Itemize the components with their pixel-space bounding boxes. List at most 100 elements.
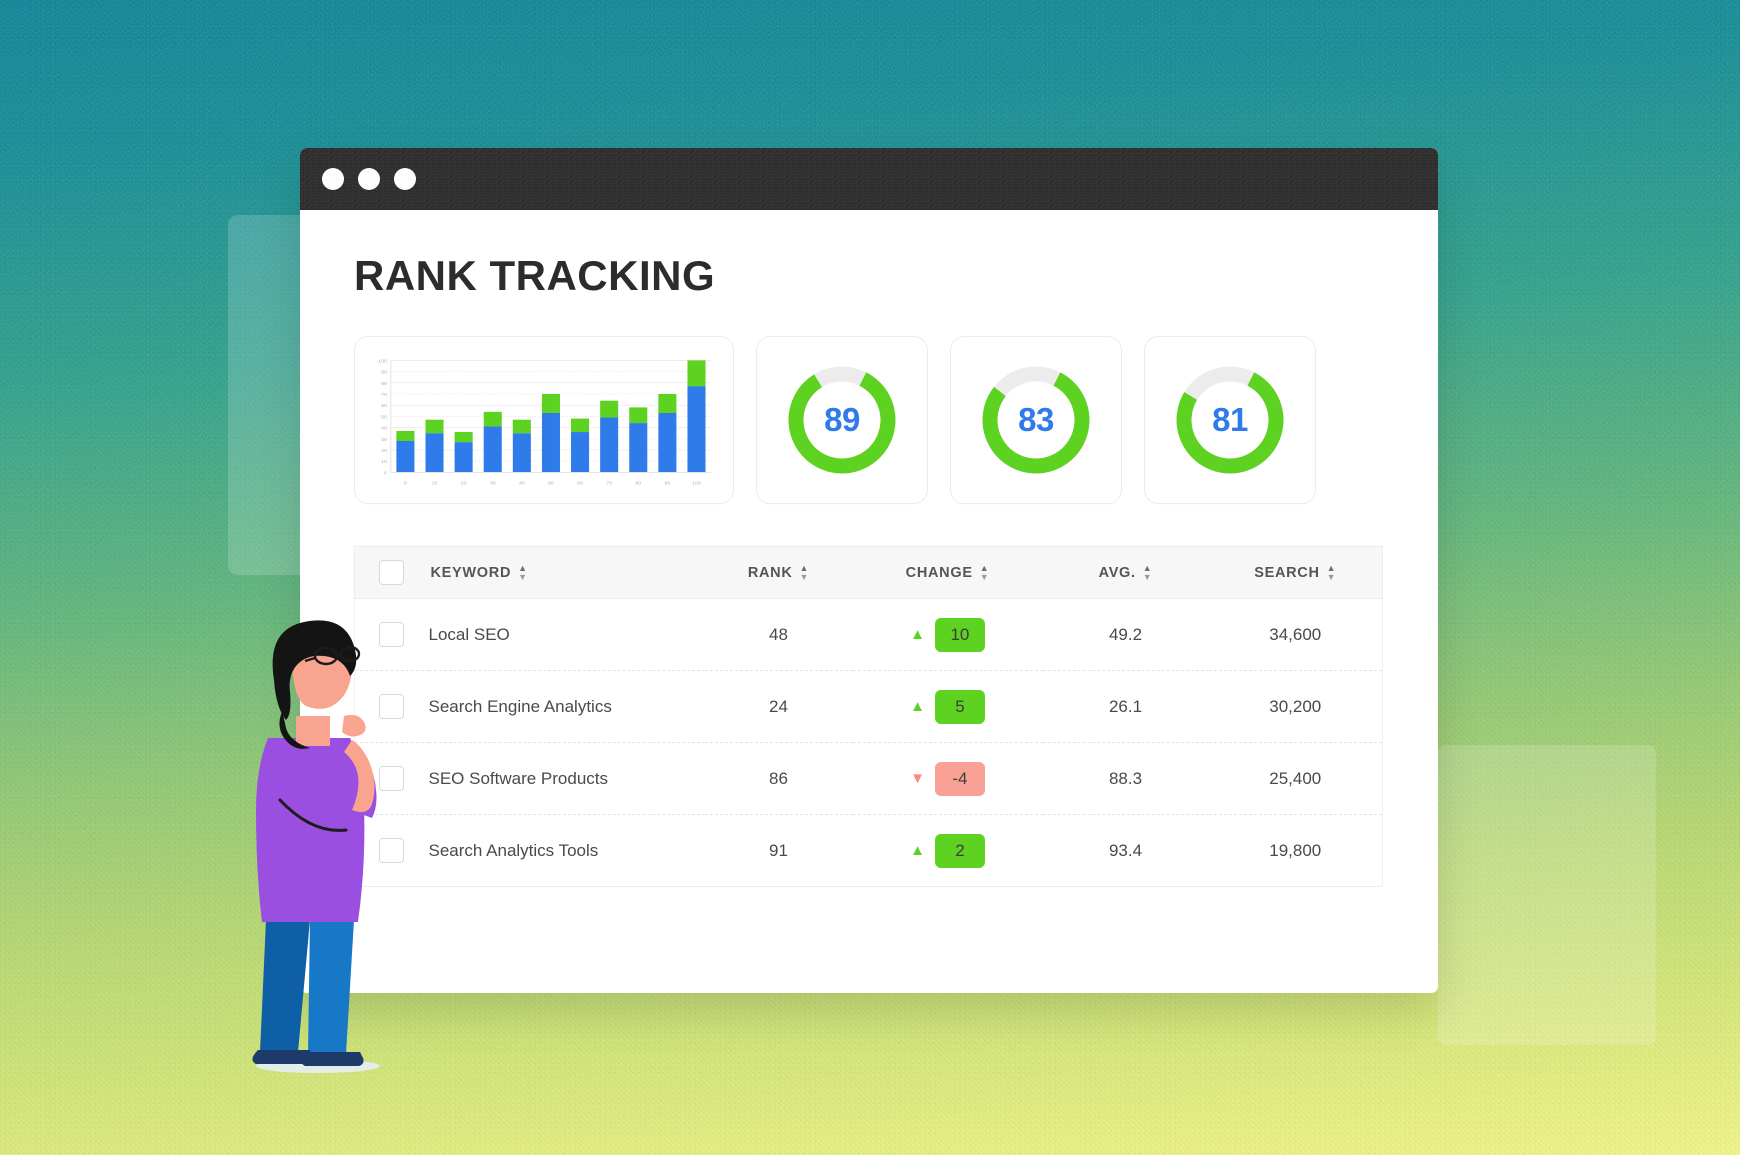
browser-titlebar bbox=[300, 148, 1438, 210]
header-select-all bbox=[354, 546, 429, 599]
person-thinking-illustration bbox=[238, 620, 418, 1090]
header-avg-label: AVG. bbox=[1098, 564, 1136, 581]
change-badge: 10 bbox=[934, 617, 985, 652]
person-hand bbox=[342, 714, 366, 737]
change-badge: 5 bbox=[934, 689, 985, 724]
cell-rank: 48 bbox=[704, 598, 853, 671]
table-row[interactable]: SEO Software Products 86 ▼ -4 88.3 25,400 bbox=[354, 742, 1383, 815]
rank-tracking-table: KEYWORD ▲ ▼ RANK ▲ ▼ CHANGE ▲ ▼ AVG. ▲ ▼… bbox=[354, 546, 1383, 887]
svg-text:30: 30 bbox=[490, 481, 496, 487]
header-rank[interactable]: RANK ▲ ▼ bbox=[704, 546, 853, 599]
decorative-rectangle-right bbox=[1438, 745, 1656, 1045]
cell-change: ▲ 10 bbox=[852, 598, 1043, 671]
cell-rank: 91 bbox=[704, 814, 853, 887]
svg-text:20: 20 bbox=[461, 481, 467, 487]
stacked-bar-chart: 0 10 20 30 40 50 60 70 80 90 100 0 10 20 30 40 50 60 70 80 9… bbox=[378, 359, 712, 487]
donut-gauge-2: 83 bbox=[975, 359, 1097, 481]
table-row[interactable]: Local SEO 48 ▲ 10 49.2 34,600 bbox=[354, 598, 1383, 671]
svg-text:0: 0 bbox=[404, 481, 407, 487]
header-search-label: SEARCH bbox=[1254, 564, 1320, 581]
cell-search: 30,200 bbox=[1208, 670, 1383, 743]
svg-text:60: 60 bbox=[381, 403, 387, 409]
cell-keyword: SEO Software Products bbox=[428, 742, 705, 815]
cell-avg: 49.2 bbox=[1042, 598, 1209, 671]
cell-search: 19,800 bbox=[1208, 814, 1383, 887]
window-dot-minimize[interactable] bbox=[358, 168, 380, 190]
person-neck bbox=[296, 716, 330, 746]
header-keyword-label: KEYWORD bbox=[430, 564, 512, 581]
person-leg-back bbox=[260, 920, 310, 1052]
svg-text:70: 70 bbox=[381, 392, 387, 398]
change-badge: -4 bbox=[934, 761, 985, 796]
window-dot-maximize[interactable] bbox=[394, 168, 416, 190]
svg-text:60: 60 bbox=[577, 481, 583, 487]
svg-text:80: 80 bbox=[635, 481, 641, 487]
table-row[interactable]: Search Engine Analytics 24 ▲ 5 26.1 30,200 bbox=[354, 670, 1383, 743]
cell-rank: 86 bbox=[704, 742, 853, 815]
sort-icon-search[interactable]: ▲ ▼ bbox=[1327, 563, 1337, 581]
cell-avg: 88.3 bbox=[1042, 742, 1209, 815]
window-dot-close[interactable] bbox=[322, 168, 344, 190]
change-badge: 2 bbox=[934, 833, 985, 868]
gauge-card-1: 89 bbox=[756, 336, 928, 504]
cell-keyword: Search Engine Analytics bbox=[428, 670, 705, 743]
cell-search: 25,400 bbox=[1208, 742, 1383, 815]
header-keyword[interactable]: KEYWORD ▲ ▼ bbox=[428, 546, 705, 599]
browser-content: RANK TRACKING 0 10 20 30 40 50 60 70 80 90 100 0 10 2… bbox=[300, 210, 1438, 993]
header-search[interactable]: SEARCH ▲ ▼ bbox=[1208, 546, 1383, 599]
person-shoe-front bbox=[301, 1052, 364, 1066]
svg-text:100: 100 bbox=[692, 481, 701, 487]
svg-text:80: 80 bbox=[381, 381, 387, 387]
sort-icon-rank[interactable]: ▲ ▼ bbox=[800, 563, 810, 581]
svg-text:90: 90 bbox=[665, 481, 671, 487]
cell-search: 34,600 bbox=[1208, 598, 1383, 671]
browser-window: RANK TRACKING 0 10 20 30 40 50 60 70 80 90 100 0 10 2… bbox=[300, 148, 1438, 993]
person-svg bbox=[252, 620, 380, 1073]
arrow-up-icon: ▲ bbox=[910, 698, 925, 715]
cell-rank: 24 bbox=[704, 670, 853, 743]
arrow-down-icon: ▼ bbox=[910, 770, 925, 787]
cell-keyword: Search Analytics Tools bbox=[428, 814, 705, 887]
donut-gauge-3: 81 bbox=[1169, 359, 1291, 481]
svg-text:100: 100 bbox=[378, 359, 387, 365]
svg-text:0: 0 bbox=[384, 471, 387, 477]
cell-avg: 93.4 bbox=[1042, 814, 1209, 887]
cell-keyword: Local SEO bbox=[428, 598, 705, 671]
cell-change: ▲ 2 bbox=[852, 814, 1043, 887]
gauge-card-3: 81 bbox=[1144, 336, 1316, 504]
page-title: RANK TRACKING bbox=[354, 252, 716, 299]
svg-text:50: 50 bbox=[548, 481, 554, 487]
donut-gauge-1: 89 bbox=[781, 359, 903, 481]
table-row[interactable]: Search Analytics Tools 91 ▲ 2 93.4 19,800 bbox=[354, 814, 1383, 887]
svg-text:10: 10 bbox=[381, 459, 387, 465]
table-header: KEYWORD ▲ ▼ RANK ▲ ▼ CHANGE ▲ ▼ AVG. ▲ ▼… bbox=[354, 546, 1383, 599]
select-all-checkbox[interactable] bbox=[379, 560, 405, 585]
header-rank-label: RANK bbox=[747, 564, 793, 581]
svg-text:20: 20 bbox=[381, 448, 387, 454]
svg-text:40: 40 bbox=[519, 481, 525, 487]
svg-text:50: 50 bbox=[381, 415, 387, 421]
svg-text:70: 70 bbox=[606, 481, 612, 487]
arrow-up-icon: ▲ bbox=[910, 842, 925, 859]
summary-cards-row: 0 10 20 30 40 50 60 70 80 90 100 0 10 20 30 40 50 60 70 80 9… bbox=[354, 336, 1384, 504]
header-avg[interactable]: AVG. ▲ ▼ bbox=[1042, 546, 1209, 599]
table-body: Local SEO 48 ▲ 10 49.2 34,600 Search Engine An… bbox=[354, 598, 1383, 887]
header-change[interactable]: CHANGE ▲ ▼ bbox=[852, 546, 1043, 599]
svg-text:40: 40 bbox=[381, 426, 387, 432]
arrow-up-icon: ▲ bbox=[910, 626, 925, 643]
gauge-value-3: 81 bbox=[1212, 401, 1248, 438]
sort-icon-avg[interactable]: ▲ ▼ bbox=[1143, 563, 1153, 581]
gauge-value-2: 83 bbox=[1018, 401, 1054, 438]
svg-text:10: 10 bbox=[432, 481, 438, 487]
person-leg-front bbox=[308, 920, 354, 1054]
sort-icon-change[interactable]: ▲ ▼ bbox=[980, 563, 990, 581]
gauge-value-1: 89 bbox=[824, 401, 860, 438]
bar-chart-card: 0 10 20 30 40 50 60 70 80 90 100 0 10 20 30 40 50 60 70 80 9… bbox=[354, 336, 734, 504]
svg-text:30: 30 bbox=[381, 437, 387, 443]
sort-icon-keyword[interactable]: ▲ ▼ bbox=[518, 563, 528, 581]
cell-change: ▼ -4 bbox=[852, 742, 1043, 815]
svg-text:90: 90 bbox=[381, 370, 387, 376]
cell-change: ▲ 5 bbox=[852, 670, 1043, 743]
table-header-row: KEYWORD ▲ ▼ RANK ▲ ▼ CHANGE ▲ ▼ AVG. ▲ ▼… bbox=[354, 546, 1383, 599]
cell-avg: 26.1 bbox=[1042, 670, 1209, 743]
